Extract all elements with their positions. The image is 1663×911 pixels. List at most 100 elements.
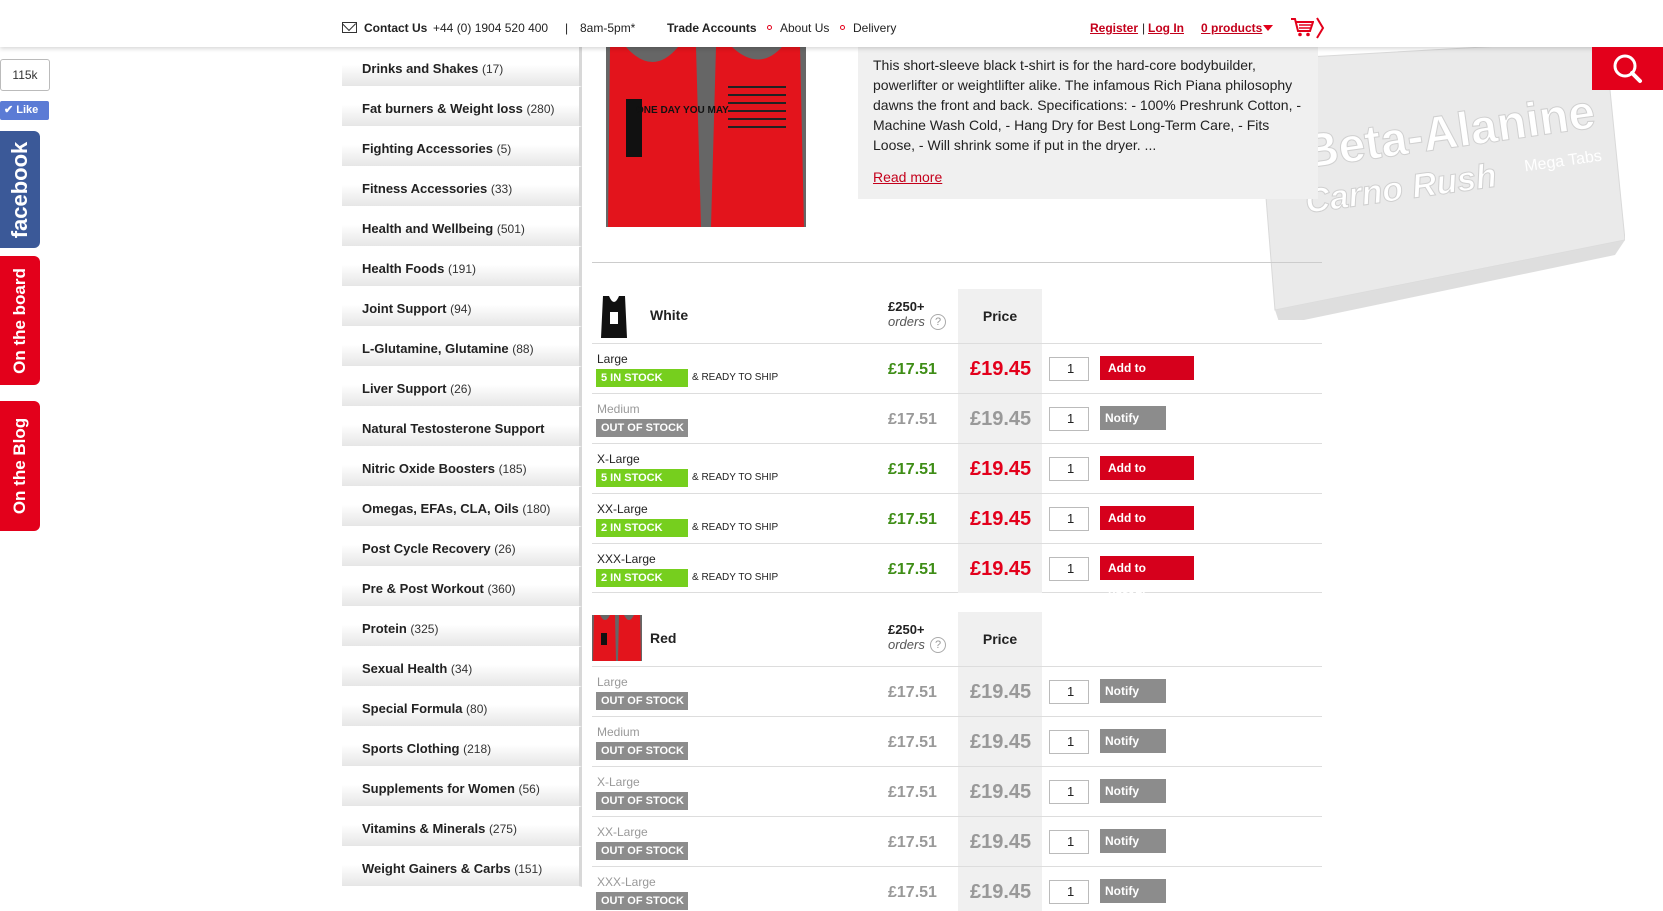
chevron-right-icon[interactable] [1315,17,1325,39]
shopping-cart-icon[interactable] [1290,17,1314,37]
white-tank-swatch[interactable] [600,294,628,340]
quantity-input[interactable]: 1 [1049,357,1089,381]
variant-row: XXX-Large OUT OF STOCK £17.51 £19.45 1 N… [592,866,1322,911]
size-label: Large [597,675,628,689]
quantity-input[interactable]: 1 [1049,680,1089,704]
help-icon[interactable]: ? [930,637,946,653]
category-item[interactable]: Joint Support (94) [342,287,582,327]
category-item[interactable]: Omegas, EFAs, CLA, Oils (180) [342,487,582,527]
category-item[interactable]: Sexual Health (34) [342,647,582,687]
phone-number: +44 (0) 1904 520 400 [433,21,549,35]
product-image[interactable]: ONE DAY YOU MAY [606,47,806,227]
notify-me-button[interactable]: Notify me! [1100,406,1166,449]
category-item[interactable]: Nitric Oxide Boosters (185) [342,447,582,487]
variant-name: Red [650,630,677,646]
register-link[interactable]: Register [1090,21,1138,35]
bulk-orders-label: £250+ orders [888,299,925,329]
delivery-link[interactable]: Delivery [853,21,896,35]
shirt-print: ONE DAY YOU MAY [636,105,729,116]
size-label: XXX-Large [597,552,656,566]
search-icon [1613,54,1642,83]
notify-me-button[interactable]: Notify me! [1100,779,1166,822]
category-item[interactable]: Fighting Accessories (5) [342,127,582,167]
variant-row: Medium OUT OF STOCK £17.51 £19.45 1 Noti… [592,716,1322,772]
read-more-link[interactable]: Read more [873,167,1303,187]
bulk-price: £17.51 [888,784,937,801]
on-the-blog-tab[interactable]: On the Blog [0,401,40,531]
about-us-link[interactable]: About Us [780,21,829,35]
price-header: Price [958,289,1042,343]
category-item[interactable]: Liver Support (26) [342,367,582,407]
cart-count-link[interactable]: 0 products [1201,21,1262,35]
search-button[interactable] [1592,47,1663,90]
size-label: Medium [597,402,640,416]
category-item[interactable]: Vitamins & Minerals (275) [342,807,582,847]
stock-badge: OUT OF STOCK [596,892,688,910]
category-item[interactable]: Protein (325) [342,607,582,647]
description-text: This short-sleeve black t-shirt is for t… [873,57,1302,153]
quantity-input[interactable]: 1 [1049,507,1089,531]
category-item[interactable]: Drinks and Shakes (17) [342,47,582,87]
quantity-input[interactable]: 1 [1049,457,1089,481]
price: £19.45 [970,881,1032,903]
quantity-input[interactable]: 1 [1049,830,1089,854]
category-item[interactable]: Health Foods (191) [342,247,582,287]
stock-badge: 2 IN STOCK [596,519,688,537]
login-link[interactable]: Log In [1148,21,1184,35]
divider: | [565,21,569,35]
category-item[interactable]: Natural Testosterone Support [342,407,582,447]
facebook-label: facebook [7,141,32,238]
category-item[interactable]: Supplements for Women (56) [342,767,582,807]
size-label: XX-Large [597,502,648,516]
add-to-basket-button[interactable]: Add to basket [1100,356,1194,399]
variant-row: X-Large OUT OF STOCK £17.51 £19.45 1 Not… [592,766,1322,822]
caret-down-icon [1263,25,1273,31]
price-header: Price [958,612,1042,666]
category-item[interactable]: Weight Gainers & Carbs (151) [342,847,582,887]
opening-hours: 8am-5pm* [580,21,636,35]
category-item[interactable]: Pre & Post Workout (360) [342,567,582,607]
category-item[interactable]: Post Cycle Recovery (26) [342,527,582,567]
category-item[interactable]: L-Glutamine, Glutamine (88) [342,327,582,367]
category-item[interactable]: Sports Clothing (218) [342,727,582,767]
stock-badge: 5 IN STOCK [596,369,688,387]
like-button[interactable]: ✔ Like [0,101,49,120]
red-tank-swatch[interactable] [592,615,642,661]
trade-accounts-link[interactable]: Trade Accounts [667,21,757,35]
help-icon[interactable]: ? [930,314,946,330]
price: £19.45 [970,831,1032,853]
contact-us-link[interactable]: Contact Us [364,21,427,35]
size-label: XX-Large [597,825,648,839]
bulk-price: £17.51 [888,461,937,478]
category-item[interactable]: Health and Wellbeing (501) [342,207,582,247]
quantity-input[interactable]: 1 [1049,780,1089,804]
on-the-board-tab[interactable]: On the board [0,256,40,385]
top-bar: Contact Us +44 (0) 1904 520 400 | 8am-5p… [0,0,1663,47]
add-to-basket-button[interactable]: Add to basket [1100,506,1194,549]
quantity-input[interactable]: 1 [1049,557,1089,581]
quantity-input[interactable]: 1 [1049,407,1089,431]
category-item[interactable]: Special Formula (80) [342,687,582,727]
notify-me-button[interactable]: Notify me! [1100,879,1166,911]
like-label: Like [16,104,39,116]
ready-to-ship-label: & READY TO SHIP [692,472,779,483]
add-to-basket-button[interactable]: Add to basket [1100,456,1194,499]
bulk-price: £17.51 [888,884,937,901]
bulk-price: £17.51 [888,734,937,751]
category-item[interactable]: Fitness Accessories (33) [342,167,582,207]
notify-me-button[interactable]: Notify me! [1100,829,1166,872]
variant-row: Medium OUT OF STOCK £17.51 £19.45 1 Noti… [592,393,1322,449]
category-list: Drinks and Shakes (17) Fat burners & Wei… [342,47,582,887]
add-to-basket-button[interactable]: Add to basket [1100,556,1194,599]
category-item[interactable]: Fat burners & Weight loss (280) [342,87,582,127]
quantity-input[interactable]: 1 [1049,880,1089,904]
notify-me-button[interactable]: Notify me! [1100,729,1166,772]
price: £19.45 [970,681,1032,703]
quantity-input[interactable]: 1 [1049,730,1089,754]
notify-me-button[interactable]: Notify me! [1100,679,1166,722]
stock-badge: 2 IN STOCK [596,569,688,587]
facebook-tab[interactable]: facebook [0,131,40,248]
size-label: X-Large [597,775,640,789]
size-label: Large [597,352,628,366]
bullet-icon [840,25,845,30]
